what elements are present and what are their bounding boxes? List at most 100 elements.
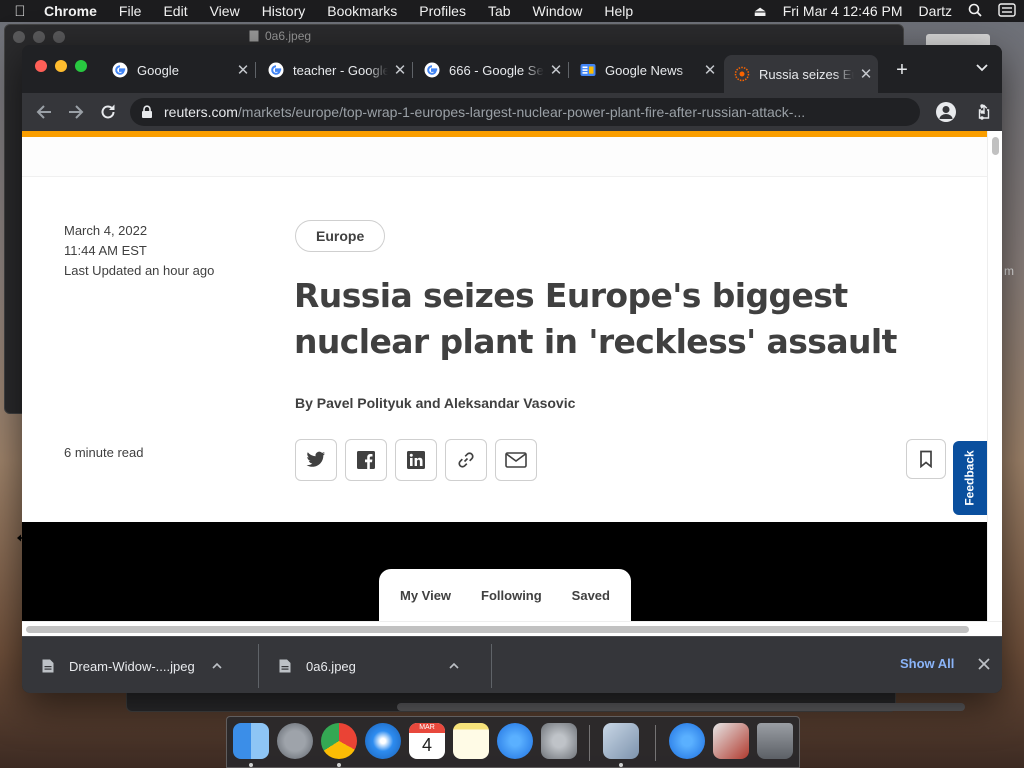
menu-app-name[interactable]: Chrome xyxy=(40,3,108,19)
spotlight-search-icon[interactable] xyxy=(960,3,990,20)
menu-history[interactable]: History xyxy=(251,3,317,19)
chrome-menu-icon[interactable] xyxy=(974,103,990,121)
apple-menu-icon[interactable]:  xyxy=(0,3,40,20)
tab-strip: Google ✕ teacher - Google Search ✕ 666 -… xyxy=(22,45,1002,93)
window-close-button[interactable] xyxy=(35,60,47,72)
feedback-button[interactable]: Feedback xyxy=(953,441,987,515)
twitter-icon xyxy=(306,451,325,467)
menu-tab[interactable]: Tab xyxy=(477,3,522,19)
vertical-scrollbar[interactable] xyxy=(987,131,1002,621)
chevron-up-icon[interactable] xyxy=(209,658,225,674)
address-url: reuters.com/markets/europe/top-wrap-1-eu… xyxy=(164,104,864,120)
tab-close-icon[interactable]: ✕ xyxy=(388,61,412,79)
preview-icon[interactable] xyxy=(603,723,639,759)
menu-edit[interactable]: Edit xyxy=(152,3,198,19)
article-read-time: 6 minute read xyxy=(64,445,144,460)
tab-title: teacher - Google Search xyxy=(293,62,388,78)
copy-link-button[interactable] xyxy=(445,439,487,481)
tab-following[interactable]: Following xyxy=(481,588,542,603)
menubar-clock[interactable]: Fri Mar 4 12:46 PM xyxy=(775,3,911,19)
tab-teacher-search[interactable]: teacher - Google Search ✕ xyxy=(258,55,413,85)
vertical-scroll-thumb[interactable] xyxy=(992,137,999,155)
tab-title: Russia seizes Europe's biggest nuclear p… xyxy=(759,66,854,82)
download-item[interactable]: 0a6.jpeg xyxy=(259,644,492,688)
running-indicator xyxy=(249,763,253,767)
downloads-shelf: Dream-Widow-....jpeg 0a6.jpeg Show All xyxy=(22,636,1002,693)
tab-reuters-article[interactable]: Russia seizes Europe's biggest nuclear p… xyxy=(724,55,878,93)
background-scrollbar xyxy=(397,703,965,711)
page-viewport: March 4, 2022 11:44 AM EST Last Updated … xyxy=(22,131,987,621)
app-store-icon[interactable] xyxy=(497,723,533,759)
tab-google[interactable]: Google ✕ xyxy=(102,55,256,85)
finder-icon[interactable] xyxy=(233,723,269,759)
horizontal-scroll-thumb[interactable] xyxy=(26,626,969,633)
chevron-up-icon[interactable] xyxy=(446,658,462,674)
dock-separator xyxy=(655,725,656,761)
download-file-name: Dream-Widow-....jpeg xyxy=(69,658,195,674)
download-file-name: 0a6.jpeg xyxy=(306,658,356,674)
eject-icon[interactable]: ⏏ xyxy=(745,3,774,20)
tab-close-icon[interactable]: ✕ xyxy=(854,65,878,83)
tab-666-search[interactable]: 666 - Google Search ✕ xyxy=(414,55,569,85)
save-article-button[interactable] xyxy=(906,439,946,479)
tab-close-icon[interactable]: ✕ xyxy=(698,61,722,79)
tab-divider xyxy=(255,62,256,78)
share-facebook-button[interactable] xyxy=(345,439,387,481)
linkedin-icon xyxy=(407,451,425,469)
horizontal-scrollbar[interactable] xyxy=(22,621,1002,636)
tab-close-icon[interactable]: ✕ xyxy=(544,61,568,79)
reload-icon[interactable] xyxy=(98,102,118,122)
article-last-updated: Last Updated an hour ago xyxy=(64,263,215,278)
menubar-user[interactable]: Dartz xyxy=(911,3,960,19)
tab-google-news[interactable]: Google News ✕ xyxy=(570,55,722,85)
menu-help[interactable]: Help xyxy=(593,3,644,19)
system-preferences-icon[interactable] xyxy=(541,723,577,759)
downloaded-image-stack-icon[interactable] xyxy=(713,723,749,759)
lock-icon[interactable] xyxy=(140,105,154,119)
google-icon xyxy=(268,62,284,78)
url-host: reuters.com xyxy=(164,104,238,120)
tab-saved[interactable]: Saved xyxy=(572,588,610,603)
back-arrow-icon[interactable] xyxy=(34,102,54,122)
notes-icon[interactable] xyxy=(453,723,489,759)
chrome-icon[interactable] xyxy=(321,723,357,759)
share-linkedin-button[interactable] xyxy=(395,439,437,481)
menu-file[interactable]: File xyxy=(108,3,153,19)
google-icon xyxy=(424,62,440,78)
menu-profiles[interactable]: Profiles xyxy=(408,3,477,19)
feedback-label: Feedback xyxy=(963,450,978,506)
menu-bookmarks[interactable]: Bookmarks xyxy=(316,3,408,19)
tab-search-chevron-icon[interactable] xyxy=(974,59,990,75)
control-center-icon[interactable] xyxy=(990,2,1024,20)
bg-window-minimize-button[interactable] xyxy=(33,31,45,43)
menu-window[interactable]: Window xyxy=(522,3,594,19)
launchpad-icon[interactable] xyxy=(277,723,313,759)
download-item[interactable]: Dream-Widow-....jpeg xyxy=(22,644,259,688)
resize-cursor-icon xyxy=(17,534,33,542)
running-indicator xyxy=(619,763,623,767)
google-news-icon xyxy=(580,64,596,76)
calendar-icon[interactable]: MAR 4 xyxy=(409,723,445,759)
image-file-icon xyxy=(249,30,259,42)
bg-window-close-button[interactable] xyxy=(13,31,25,43)
downloads-stack-icon[interactable] xyxy=(669,723,705,759)
bg-window-zoom-button[interactable] xyxy=(53,31,65,43)
address-bar[interactable]: reuters.com/markets/europe/top-wrap-1-eu… xyxy=(130,98,990,126)
email-icon xyxy=(505,452,527,468)
window-zoom-button[interactable] xyxy=(75,60,87,72)
show-all-downloads-link[interactable]: Show All xyxy=(900,656,954,671)
tab-my-view[interactable]: My View xyxy=(400,588,451,603)
tab-close-icon[interactable]: ✕ xyxy=(231,61,255,79)
menu-view[interactable]: View xyxy=(199,3,251,19)
share-email-button[interactable] xyxy=(495,439,537,481)
profile-avatar-icon[interactable] xyxy=(936,102,956,122)
trash-icon[interactable] xyxy=(757,723,793,759)
close-icon[interactable] xyxy=(976,656,992,672)
share-twitter-button[interactable] xyxy=(295,439,337,481)
new-tab-icon[interactable]: + xyxy=(892,59,912,82)
forward-arrow-icon[interactable] xyxy=(66,102,86,122)
window-minimize-button[interactable] xyxy=(55,60,67,72)
safari-icon[interactable] xyxy=(365,723,401,759)
google-icon xyxy=(112,62,128,78)
section-tag-button[interactable]: Europe xyxy=(295,220,386,252)
